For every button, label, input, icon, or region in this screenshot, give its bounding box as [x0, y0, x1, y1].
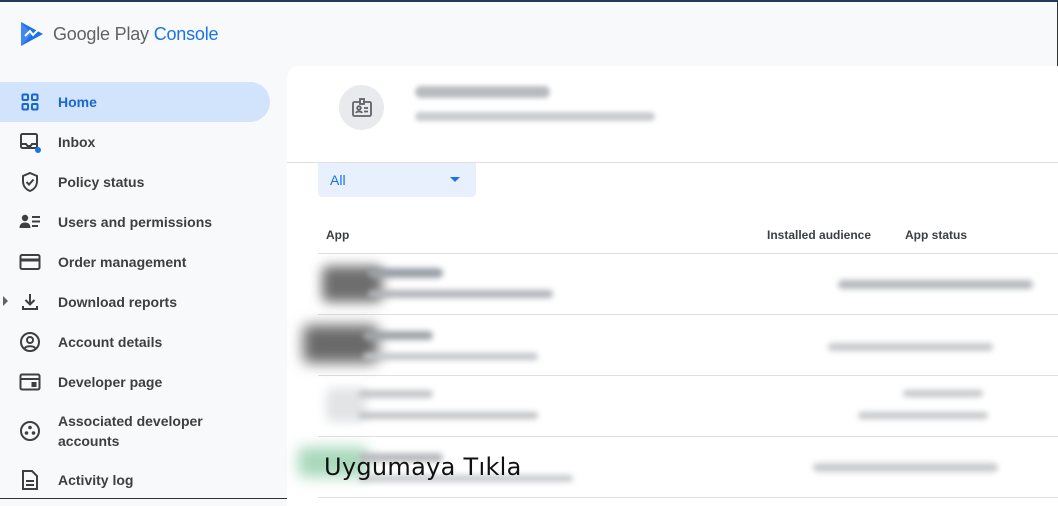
credit-card-icon	[19, 251, 41, 273]
redacted-app-name	[368, 268, 443, 278]
notification-dot	[35, 147, 41, 153]
developer-account-header	[287, 66, 1058, 163]
developer-avatar	[339, 85, 384, 130]
redacted-package-name	[368, 290, 553, 298]
redacted-app-name	[363, 331, 433, 340]
redacted-status	[813, 463, 998, 472]
sidebar-item-label: Download reports	[58, 294, 178, 310]
sidebar-item-policy-status[interactable]: Policy status	[0, 162, 280, 202]
redacted-status-detail	[858, 412, 988, 419]
table-row[interactable]	[318, 254, 1058, 315]
column-header-app-status[interactable]: App status	[905, 228, 967, 242]
badge-icon	[351, 97, 372, 117]
redacted-status	[828, 343, 993, 351]
users-list-icon	[19, 211, 41, 233]
sidebar-item-label: Order management	[58, 254, 187, 270]
app-filter-dropdown[interactable]: All	[318, 163, 476, 197]
filter-selected-value: All	[330, 172, 346, 188]
sidebar-item-home[interactable]: Home	[0, 82, 270, 122]
group-circle-icon	[19, 420, 41, 442]
redacted-developer-name	[415, 86, 550, 98]
sidebar-item-order-management[interactable]: Order management	[0, 242, 280, 282]
download-icon	[19, 291, 41, 313]
brand-name: Google Play Console	[53, 23, 219, 44]
redacted-developer-id	[415, 112, 655, 121]
redacted-app-name	[358, 390, 433, 398]
caret-down-icon	[450, 177, 460, 182]
sidebar-item-label: Policy status	[58, 174, 145, 190]
redacted-package-name	[363, 353, 538, 360]
sidebar-item-label: Home	[58, 94, 97, 110]
sidebar: Home Inbox Policy status Users and permi…	[0, 82, 280, 500]
sidebar-item-label: Activity log	[58, 472, 134, 488]
web-page-icon	[19, 371, 41, 393]
document-icon	[19, 469, 41, 491]
column-header-installed-audience[interactable]: Installed audience	[767, 228, 871, 242]
sidebar-item-label: Associated developer accounts	[58, 413, 203, 449]
sidebar-item-label: Developer page	[58, 374, 163, 390]
table-row[interactable]	[303, 315, 1058, 376]
column-header-app[interactable]: App	[326, 228, 349, 242]
table-row[interactable]	[318, 376, 1058, 437]
sidebar-item-label: Account details	[58, 334, 163, 350]
redacted-package-name	[358, 412, 538, 419]
main-content: All App Installed audience App status	[287, 66, 1058, 506]
table-header: App Installed audience App status	[318, 216, 1058, 254]
sidebar-item-developer-page[interactable]: Developer page	[0, 362, 280, 402]
play-console-logo-icon	[21, 22, 43, 46]
sidebar-item-download-reports[interactable]: Download reports	[0, 282, 280, 322]
sidebar-item-label: Users and permissions	[58, 214, 213, 230]
overlay-caption: Uygumaya Tıkla	[324, 453, 522, 481]
shield-check-icon	[19, 171, 41, 193]
redacted-status	[903, 390, 983, 397]
account-circle-icon	[19, 331, 41, 353]
sidebar-item-inbox[interactable]: Inbox	[0, 122, 280, 162]
redacted-status	[838, 280, 1033, 289]
sidebar-item-label: Inbox	[58, 134, 96, 150]
sidebar-item-account-details[interactable]: Account details	[0, 322, 280, 362]
sidebar-item-activity-log[interactable]: Activity log	[0, 460, 280, 500]
expand-arrow-icon[interactable]	[3, 296, 8, 306]
dashboard-icon	[19, 91, 41, 113]
sidebar-item-associated-accounts[interactable]: Associated developer accounts	[0, 402, 280, 460]
inbox-icon	[19, 131, 41, 153]
play-console-logo[interactable]: Google Play Console	[19, 20, 219, 48]
sidebar-item-users-permissions[interactable]: Users and permissions	[0, 202, 280, 242]
